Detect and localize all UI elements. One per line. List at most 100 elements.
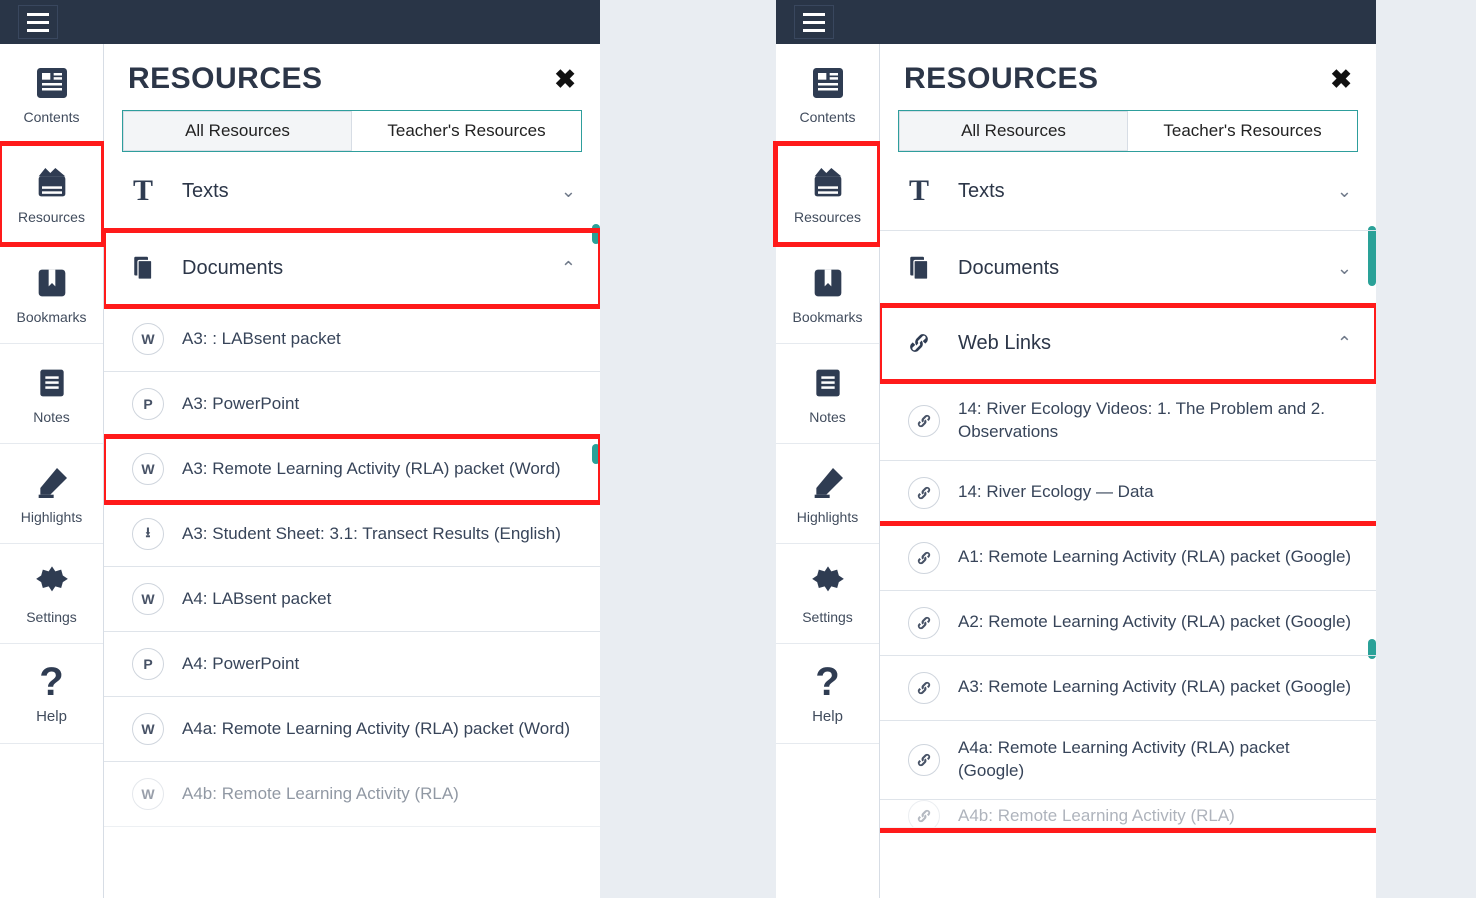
sidebar-item-contents[interactable]: Contents: [776, 44, 879, 144]
document-label: A4: PowerPoint: [182, 653, 299, 676]
sidebar-item-settings[interactable]: Settings: [776, 544, 879, 644]
section-label: Texts: [958, 180, 1005, 203]
sidebar-item-notes[interactable]: Notes: [776, 344, 879, 444]
section-texts[interactable]: T Texts ⌄: [104, 152, 600, 231]
tab-all-resources[interactable]: All Resources: [899, 111, 1128, 151]
section-label: Texts: [182, 180, 229, 203]
chevron-down-icon: ⌄: [1337, 258, 1352, 279]
document-label: A3: Student Sheet: 3.1: Transect Results…: [182, 523, 561, 546]
weblink-label: A2: Remote Learning Activity (RLA) packe…: [958, 611, 1351, 634]
panel-header: RESOURCES ✖: [880, 44, 1376, 102]
menu-button[interactable]: [18, 5, 58, 39]
sidebar-label: Bookmarks: [792, 309, 862, 325]
menu-button[interactable]: [794, 5, 834, 39]
tab-all-resources[interactable]: All Resources: [123, 111, 352, 151]
tab-teacher-resources[interactable]: Teacher's Resources: [352, 111, 581, 151]
bookmarks-icon: [30, 263, 74, 303]
chevron-up-icon: ⌃: [561, 258, 576, 279]
sidebar-item-resources[interactable]: Resources: [776, 144, 879, 244]
weblink-label: A4a: Remote Learning Activity (RLA) pack…: [958, 737, 1356, 783]
link-icon: [908, 607, 940, 639]
close-button[interactable]: ✖: [554, 66, 576, 92]
sidebar-label: Resources: [794, 209, 861, 225]
panel-right: Contents Resources Bookmarks Notes Highl…: [776, 0, 1376, 898]
sidebar-item-resources[interactable]: Resources: [0, 144, 103, 244]
section-weblinks[interactable]: Web Links ⌃: [880, 306, 1376, 381]
powerpoint-icon: P: [132, 648, 164, 680]
help-icon: ?: [815, 662, 839, 702]
sidebar-item-highlights[interactable]: Highlights: [0, 444, 103, 544]
word-icon: W: [132, 583, 164, 615]
section-label: Web Links: [958, 332, 1051, 355]
document-label: A4: LABsent packet: [182, 588, 331, 611]
documents-icon: [904, 253, 934, 283]
document-label: A4a: Remote Learning Activity (RLA) pack…: [182, 718, 570, 741]
weblink-row[interactable]: A2: Remote Learning Activity (RLA) packe…: [880, 591, 1376, 656]
resource-tabs: All Resources Teacher's Resources: [122, 110, 582, 152]
weblink-row[interactable]: A3: Remote Learning Activity (RLA) packe…: [880, 656, 1376, 721]
body-row: Contents Resources Bookmarks Notes Highl…: [0, 44, 600, 898]
document-row[interactable]: P A4: PowerPoint: [104, 632, 600, 697]
notes-icon: [806, 363, 850, 403]
chevron-down-icon: ⌄: [1337, 181, 1352, 202]
sidebar-item-highlights[interactable]: Highlights: [776, 444, 879, 544]
document-row[interactable]: W A3: Remote Learning Activity (RLA) pac…: [104, 437, 600, 502]
topbar: [0, 0, 600, 44]
document-row[interactable]: W A4a: Remote Learning Activity (RLA) pa…: [104, 697, 600, 762]
weblink-row[interactable]: A1: Remote Learning Activity (RLA) packe…: [880, 526, 1376, 591]
weblinks-list: 14: River Ecology Videos: 1. The Problem…: [880, 381, 1376, 828]
sidebar-item-notes[interactable]: Notes: [0, 344, 103, 444]
weblink-row[interactable]: A4b: Remote Learning Activity (RLA): [880, 800, 1376, 828]
panel-title: RESOURCES: [128, 62, 323, 96]
sidebar-label: Notes: [33, 409, 70, 425]
section-documents[interactable]: Documents ⌄: [880, 231, 1376, 306]
close-button[interactable]: ✖: [1330, 66, 1352, 92]
document-row[interactable]: W A4: LABsent packet: [104, 567, 600, 632]
highlighted-weblinks: A1: Remote Learning Activity (RLA) packe…: [880, 526, 1376, 828]
sidebar-item-contents[interactable]: Contents: [0, 44, 103, 144]
notes-icon: [30, 363, 74, 403]
resources-icon: [806, 163, 850, 203]
weblink-row[interactable]: 14: River Ecology — Data: [880, 461, 1376, 526]
weblink-label: A4b: Remote Learning Activity (RLA): [958, 805, 1235, 828]
sidebar-label: Highlights: [21, 509, 82, 525]
document-label: A3: PowerPoint: [182, 393, 299, 416]
sidebar-item-bookmarks[interactable]: Bookmarks: [0, 244, 103, 344]
word-icon: W: [132, 323, 164, 355]
document-row[interactable]: ⭳ A3: Student Sheet: 3.1: Transect Resul…: [104, 502, 600, 567]
contents-icon: [30, 63, 74, 103]
link-icon: [908, 477, 940, 509]
sidebar-label: Settings: [26, 609, 77, 625]
sidebar-item-bookmarks[interactable]: Bookmarks: [776, 244, 879, 344]
sidebar-label: Contents: [799, 109, 855, 125]
section-texts[interactable]: T Texts ⌄: [880, 152, 1376, 231]
sidebar-label: Contents: [23, 109, 79, 125]
chevron-up-icon: ⌃: [1337, 333, 1352, 354]
powerpoint-icon: P: [132, 388, 164, 420]
section-label: Documents: [182, 257, 283, 280]
link-icon: [908, 800, 940, 828]
document-row[interactable]: W A3: : LABsent packet: [104, 307, 600, 372]
weblink-row[interactable]: A4a: Remote Learning Activity (RLA) pack…: [880, 721, 1376, 800]
sidebar-label: Help: [36, 708, 67, 725]
weblinks-icon: [904, 328, 934, 358]
sidebar: Contents Resources Bookmarks Notes Highl…: [776, 44, 880, 898]
weblink-row[interactable]: 14: River Ecology Videos: 1. The Problem…: [880, 382, 1376, 461]
body-row: Contents Resources Bookmarks Notes Highl…: [776, 44, 1376, 898]
texts-icon: T: [128, 174, 158, 208]
link-icon: [908, 672, 940, 704]
chevron-down-icon: ⌄: [561, 181, 576, 202]
section-documents[interactable]: Documents ⌃: [104, 231, 600, 306]
sidebar-item-help[interactable]: ? Help: [0, 644, 103, 744]
tab-teacher-resources[interactable]: Teacher's Resources: [1128, 111, 1357, 151]
panel-header: RESOURCES ✖: [104, 44, 600, 102]
document-row[interactable]: W A4b: Remote Learning Activity (RLA): [104, 762, 600, 827]
document-label: A3: : LABsent packet: [182, 328, 341, 351]
resource-tabs: All Resources Teacher's Resources: [898, 110, 1358, 152]
sidebar-item-help[interactable]: ? Help: [776, 644, 879, 744]
sidebar-item-settings[interactable]: Settings: [0, 544, 103, 644]
word-icon: W: [132, 778, 164, 810]
document-row[interactable]: P A3: PowerPoint: [104, 372, 600, 437]
sidebar-label: Highlights: [797, 509, 858, 525]
link-icon: [908, 542, 940, 574]
